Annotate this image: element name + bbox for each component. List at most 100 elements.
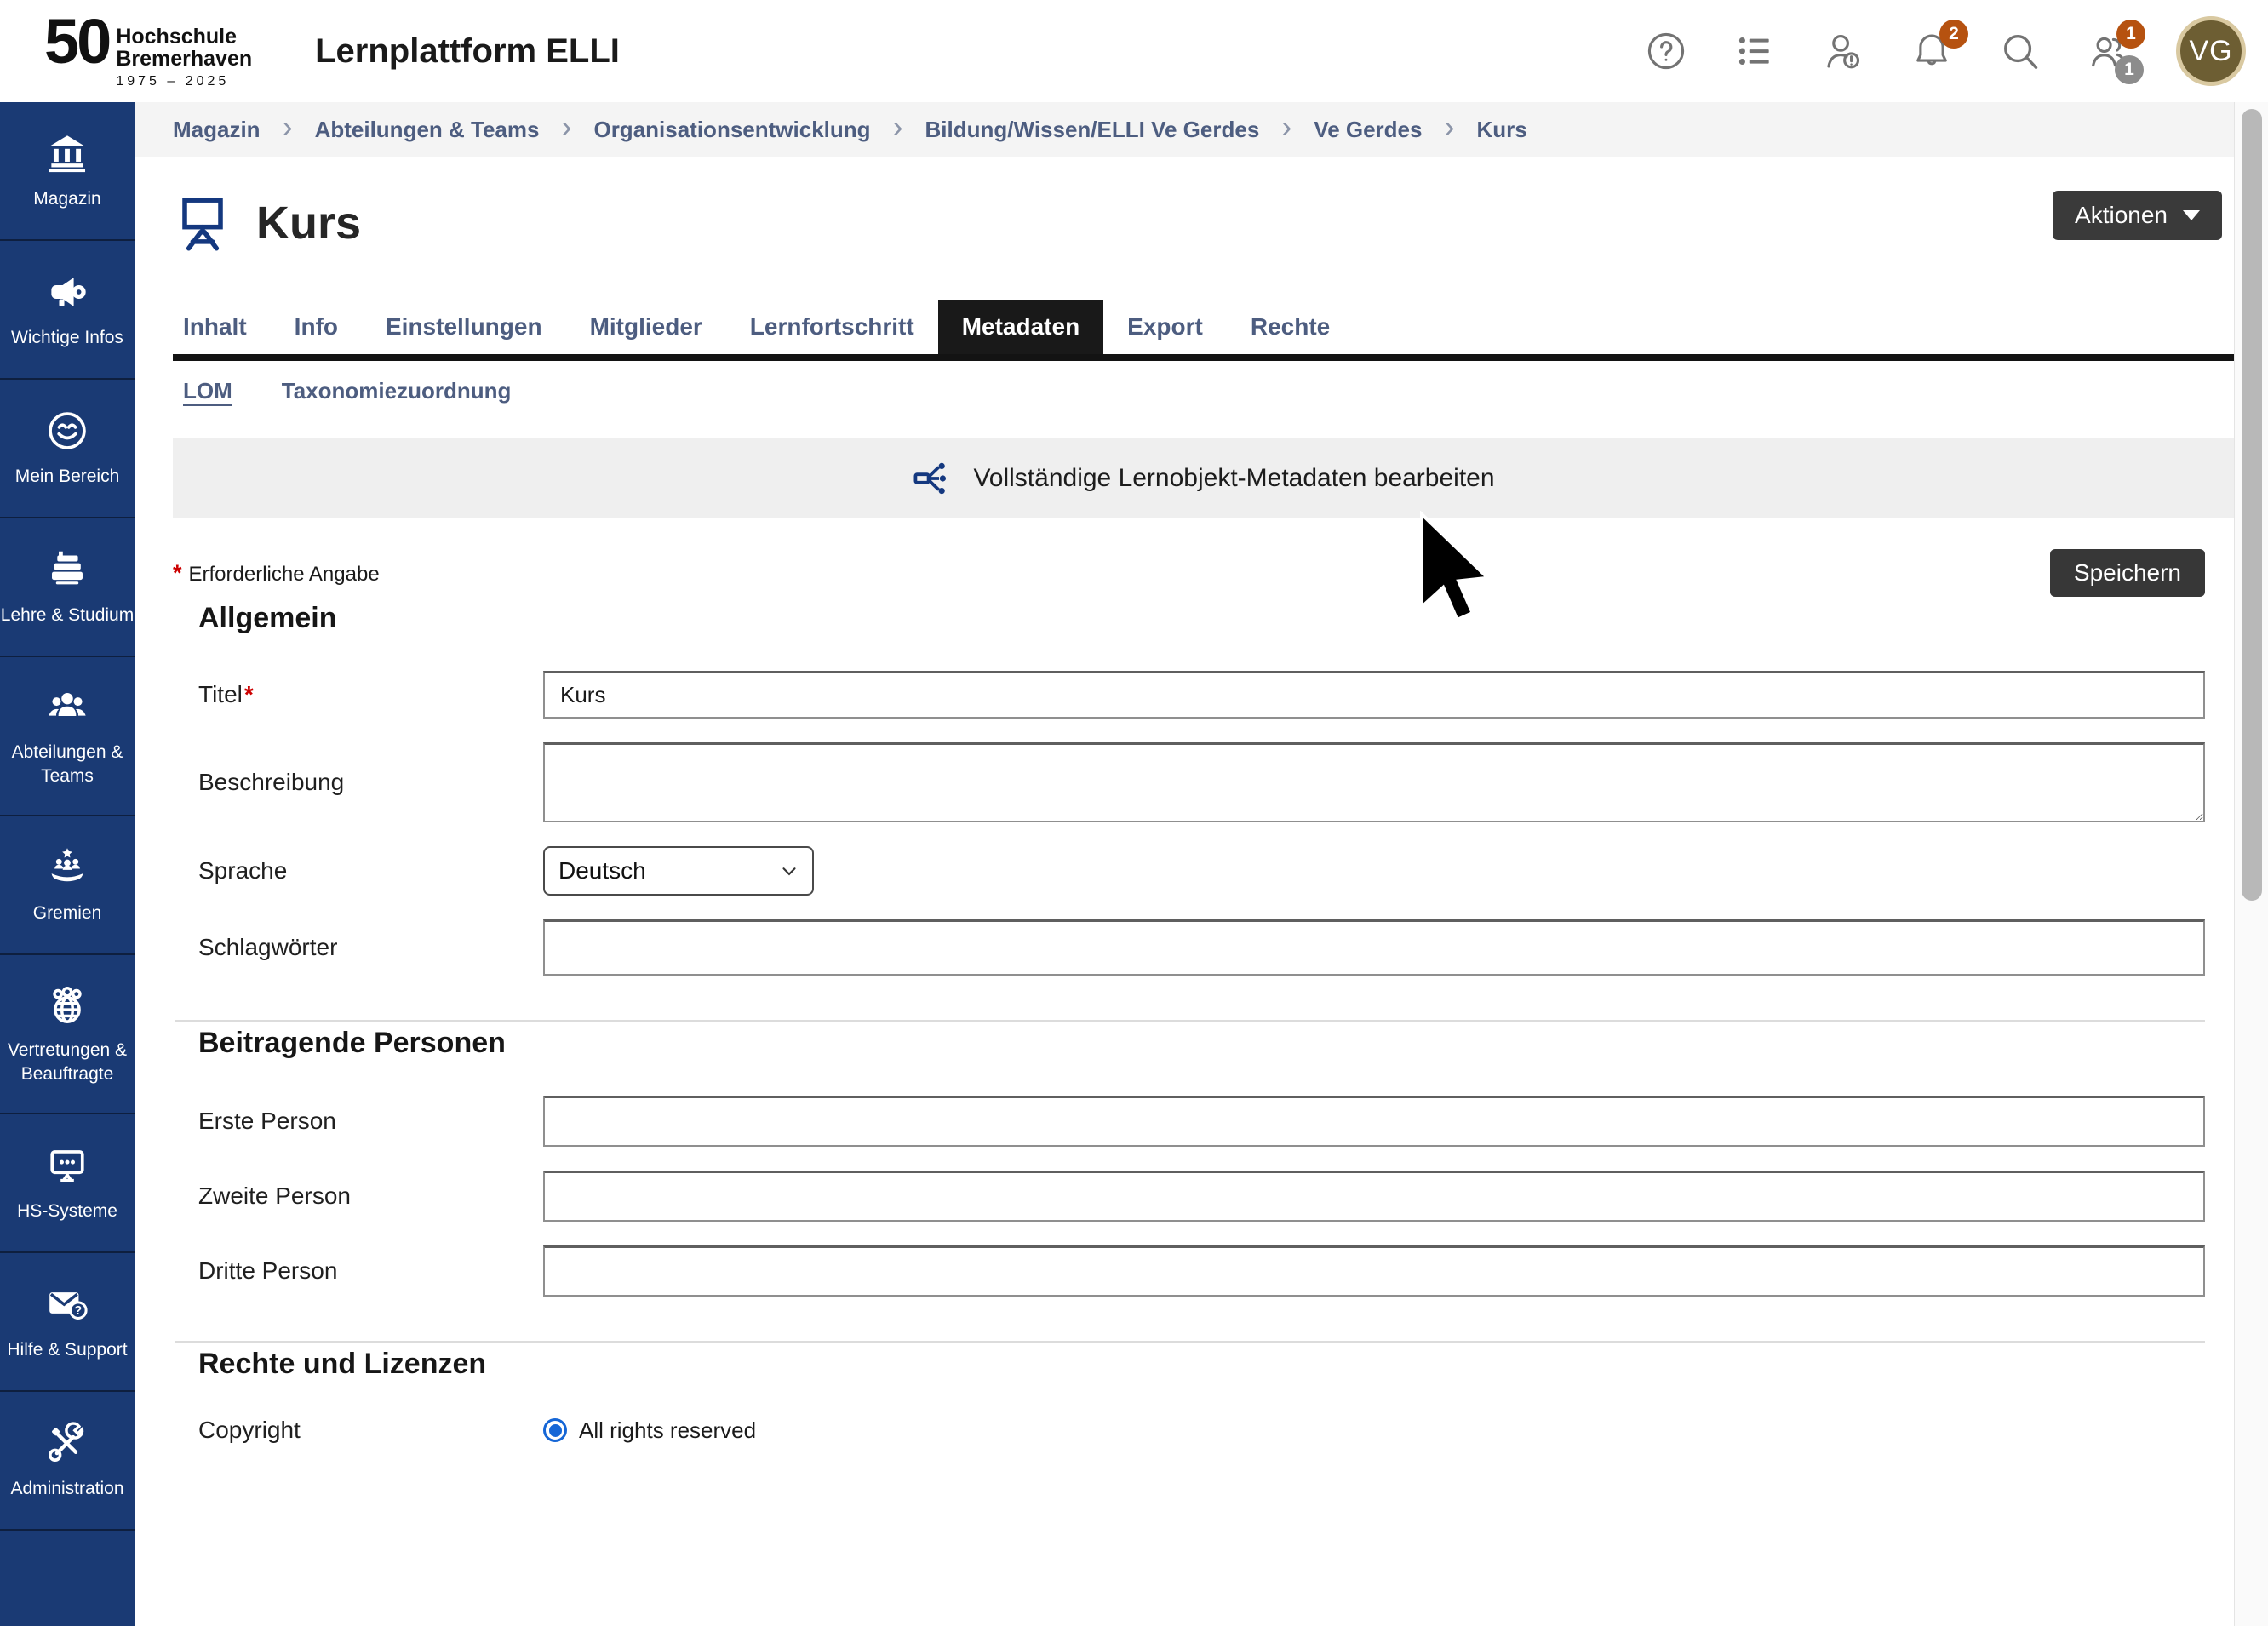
smiley-icon <box>45 409 89 453</box>
sidebar-item-wichtige-infos[interactable]: Wichtige Infos <box>0 241 135 380</box>
tab-export[interactable]: Export <box>1103 300 1227 354</box>
form-row-schlagwoerter: Schlagwörter <box>198 919 2234 976</box>
sidebar-item-administration[interactable]: Administration <box>0 1392 135 1531</box>
books-icon <box>45 547 89 592</box>
megaphone-icon <box>45 270 89 314</box>
tab-mitglieder[interactable]: Mitglieder <box>566 300 726 354</box>
sidebar-item-vertretungen-beauftragte[interactable]: Vertretungen & Beauftragte <box>0 955 135 1114</box>
erste-person-input[interactable] <box>543 1096 2205 1147</box>
breadcrumb-separator-icon: › <box>1281 112 1292 142</box>
erste-person-label: Erste Person <box>198 1108 543 1135</box>
copyright-radio-cell: All rights reserved <box>543 1417 2205 1444</box>
breadcrumb-item[interactable]: Kurs <box>1476 117 1526 143</box>
form-row-dritte-person: Dritte Person <box>198 1245 2234 1297</box>
section-title-allgemein: Allgemein <box>198 602 2234 635</box>
course-easel-icon <box>173 189 232 257</box>
breadcrumb-separator-icon: › <box>283 112 293 142</box>
tools-icon <box>45 1421 89 1465</box>
sidebar-item-label: Vertretungen & Beauftragte <box>5 1039 129 1085</box>
sidebar-item-label: Abteilungen & Teams <box>5 741 129 787</box>
edit-full-metadata-banner[interactable]: Vollständige Lernobjekt-Metadaten bearbe… <box>173 438 2234 518</box>
beschreibung-textarea[interactable] <box>543 742 2205 822</box>
titel-label: Titel* <box>198 681 543 708</box>
sidebar-item-lehre-studium[interactable]: Lehre & Studium <box>0 518 135 657</box>
breadcrumb-item[interactable]: Ve Gerdes <box>1314 117 1422 143</box>
edit-full-metadata-link[interactable]: Vollständige Lernobjekt-Metadaten bearbe… <box>973 464 1494 493</box>
help-icon[interactable] <box>1645 30 1687 72</box>
titel-input[interactable] <box>543 671 2205 719</box>
sidebar-item-label: Magazin <box>33 187 100 210</box>
logo-line1: Hochschule <box>116 26 252 48</box>
tab-info[interactable]: Info <box>271 300 362 354</box>
sidebar-item-abteilungen-teams[interactable]: Abteilungen & Teams <box>0 657 135 816</box>
copyright-radio-all-rights[interactable] <box>543 1418 567 1442</box>
tab-lernfortschritt[interactable]: Lernfortschritt <box>726 300 938 354</box>
dritte-person-input[interactable] <box>543 1245 2205 1297</box>
required-note-row: *Erforderliche Angabe Speichern <box>173 549 2234 597</box>
tab-inhalt[interactable]: Inhalt <box>173 300 271 354</box>
sidebar-item-magazin[interactable]: Magazin <box>0 102 135 241</box>
user-status-icon[interactable] <box>1822 30 1864 72</box>
tab-bar: Inhalt Info Einstellungen Mitglieder Ler… <box>173 300 2234 361</box>
sidebar-item-mein-bereich[interactable]: Mein Bereich <box>0 380 135 518</box>
sidebar-item-label: Gremien <box>33 902 102 925</box>
tab-metadaten[interactable]: Metadaten <box>938 300 1103 354</box>
copyright-option-label: All rights reserved <box>579 1417 756 1444</box>
section-title-beitragende: Beitragende Personen <box>198 1027 2234 1060</box>
schlagwoerter-input[interactable] <box>543 919 2205 976</box>
sidebar-item-gremien[interactable]: Gremien <box>0 816 135 955</box>
breadcrumb-item[interactable]: Magazin <box>173 117 261 143</box>
copyright-label: Copyright <box>198 1417 543 1444</box>
subtab-lom[interactable]: LOM <box>183 378 232 404</box>
breadcrumb-item[interactable]: Bildung/Wissen/ELLI Ve Gerdes <box>925 117 1260 143</box>
required-marker: * <box>173 560 182 586</box>
app-window: 50 Hochschule Bremerhaven 1975 – 2025 Le… <box>0 0 2268 1626</box>
contacts-icon[interactable]: 1 1 <box>2088 30 2130 72</box>
tab-rechte[interactable]: Rechte <box>1227 300 1354 354</box>
share-nodes-icon <box>912 458 953 499</box>
subtab-taxonomiezuordnung[interactable]: Taxonomiezuordnung <box>282 378 512 404</box>
main-area: Magazin › Abteilungen & Teams › Organisa… <box>135 102 2234 1626</box>
form-row-copyright: Copyright All rights reserved <box>198 1417 2234 1444</box>
breadcrumb-item[interactable]: Organisationsentwicklung <box>593 117 870 143</box>
sprache-select[interactable]: Deutsch <box>543 846 814 896</box>
sidebar-item-label: Mein Bereich <box>15 465 120 488</box>
section-divider <box>175 1341 2205 1343</box>
breadcrumb-separator-icon: › <box>561 112 571 142</box>
page-content: Kurs Aktionen Inhalt Info Einstellungen … <box>135 189 2234 1444</box>
committee-icon <box>45 845 89 890</box>
top-header: 50 Hochschule Bremerhaven 1975 – 2025 Le… <box>0 0 2268 102</box>
scrollbar-thumb[interactable] <box>2242 109 2262 901</box>
page-title-row: Kurs Aktionen <box>173 189 2234 257</box>
sidebar-item-label: Hilfe & Support <box>7 1338 127 1361</box>
actions-dropdown-button[interactable]: Aktionen <box>2053 191 2222 240</box>
main-menu-list-icon[interactable] <box>1733 30 1776 72</box>
vertical-scrollbar <box>2234 102 2268 1626</box>
beschreibung-label: Beschreibung <box>198 769 543 796</box>
breadcrumb: Magazin › Abteilungen & Teams › Organisa… <box>135 102 2234 157</box>
logo-50: 50 <box>44 14 109 71</box>
actions-button-label: Aktionen <box>2075 202 2168 229</box>
sidebar-item-hilfe-support[interactable]: ? Hilfe & Support <box>0 1253 135 1392</box>
user-avatar[interactable]: VG <box>2176 16 2246 86</box>
contacts-badge-bottom: 1 <box>2115 55 2144 84</box>
save-button[interactable]: Speichern <box>2050 549 2205 597</box>
page-title: Kurs <box>256 197 361 249</box>
subtab-bar: LOM Taxonomiezuordnung <box>173 378 2234 404</box>
tab-einstellungen[interactable]: Einstellungen <box>362 300 566 354</box>
form-row-sprache: Sprache Deutsch <box>198 846 2234 896</box>
sidebar-item-hs-systeme[interactable]: HS-Systeme <box>0 1114 135 1253</box>
sprache-selected-value: Deutsch <box>558 857 646 885</box>
breadcrumb-item[interactable]: Abteilungen & Teams <box>315 117 540 143</box>
main-sidebar: Magazin Wichtige Infos Mein Bereich Lehr… <box>0 102 135 1626</box>
hochschule-bremerhaven-logo[interactable]: 50 Hochschule Bremerhaven 1975 – 2025 <box>44 14 252 89</box>
form-row-titel: Titel* <box>198 671 2234 719</box>
schlagwoerter-label: Schlagwörter <box>198 934 543 961</box>
notifications-bell-icon[interactable]: 2 <box>1910 30 1953 72</box>
zweite-person-input[interactable] <box>543 1171 2205 1222</box>
breadcrumb-separator-icon: › <box>1444 112 1454 142</box>
logo-years: 1975 – 2025 <box>116 74 252 89</box>
form-row-zweite-person: Zweite Person <box>198 1171 2234 1222</box>
chevron-down-icon <box>2183 210 2200 220</box>
search-icon[interactable] <box>1999 30 2042 72</box>
